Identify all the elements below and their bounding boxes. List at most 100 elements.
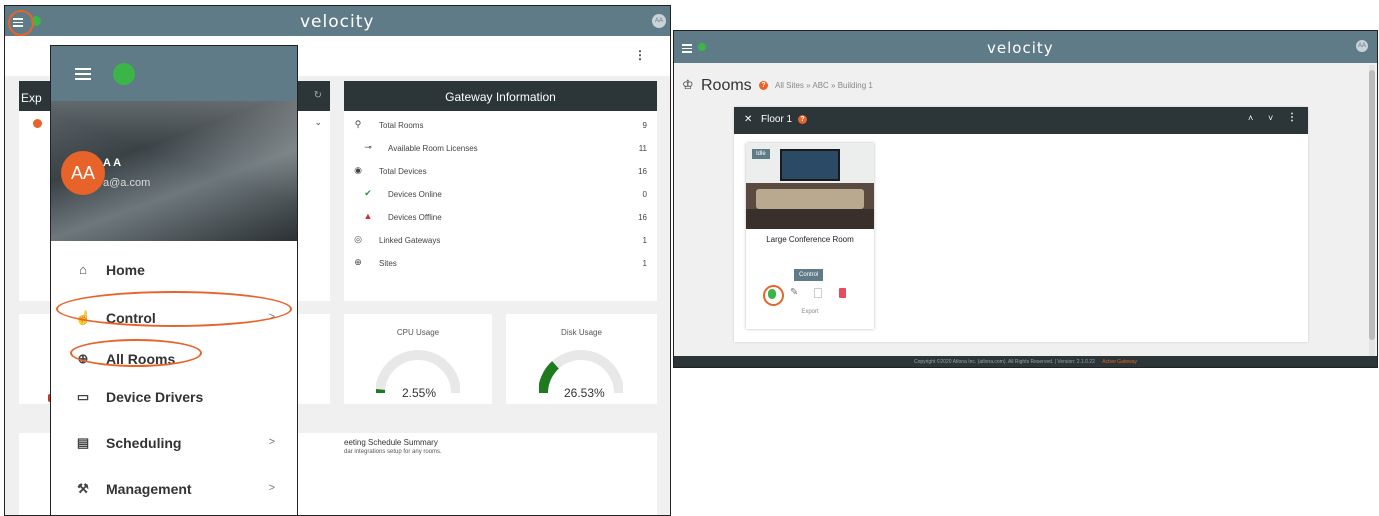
drawer-menu-icon[interactable] [75, 68, 91, 82]
delete-icon[interactable] [839, 288, 846, 298]
rooms-screenshot: velocity AA ♔ Rooms ? All Sites » ABC » … [673, 30, 1378, 368]
drawer-globe-icon [113, 63, 135, 85]
room-image: Idle [746, 143, 874, 229]
footer-text: Copyright ©2020 Atlona Inc. (atlona.com)… [913, 359, 1095, 365]
gateway-row: ⚲ Total Rooms 9 [344, 114, 657, 137]
floor-title: Floor 1 [761, 114, 793, 125]
cpu-usage-card: CPU Usage 2.55% [344, 314, 492, 404]
nav-item-label: Home [106, 262, 145, 278]
chevron-up-icon[interactable]: ˄ [1248, 113, 1253, 123]
gateway-row: ◎ Linked Gateways 1 [344, 229, 657, 252]
link-icon: ◎ [354, 234, 362, 244]
nav-item-management[interactable]: ⚒ Management > [51, 469, 297, 509]
chevron-right-icon: > [268, 436, 275, 448]
gateway-header: Gateway Information [344, 81, 657, 111]
gateway-row-value: 11 [638, 144, 647, 153]
disk-usage-value: 26.53% [564, 386, 605, 400]
dashboard-screenshot: velocity AA ⋮ Exp ↻ ⌄ Gateway Informatio… [4, 5, 671, 516]
disk-usage-title: Disk Usage [561, 328, 602, 337]
help-icon[interactable]: ? [759, 81, 768, 90]
disk-usage-card: Disk Usage 26.53% [506, 314, 657, 404]
footer: Copyright ©2020 Atlona Inc. (atlona.com)… [674, 356, 1377, 367]
room-table [756, 189, 864, 209]
gateway-row-label: Linked Gateways [379, 236, 441, 245]
control-button[interactable]: Control [794, 269, 824, 281]
gateway-row-label: Devices Online [388, 190, 442, 199]
scrollbar-thumb[interactable] [1369, 70, 1375, 340]
gateway-row-value: 0 [642, 190, 647, 199]
gateway-row-label: Total Devices [379, 167, 427, 176]
gateway-row: ▲ Devices Offline 16 [344, 206, 657, 229]
drawer-avatar[interactable]: AA [61, 151, 105, 195]
nav-list: ⌂ Home ☝ Control > ⊕ All Rooms ▭ Device Drivers ▤… [51, 246, 297, 515]
gateway-row-value: 1 [642, 236, 647, 245]
floor-header: ✕ Floor 1 ? ˄ ˅ ⋮ [734, 107, 1308, 134]
room-chairs [746, 209, 874, 229]
home-icon: ⌂ [79, 262, 87, 277]
scrollbar-track[interactable] [1369, 65, 1375, 365]
cpu-usage-value: 2.55% [402, 386, 437, 400]
gateway-row: ⊕ Sites 1 [344, 252, 657, 275]
highlight-menu-circle [8, 10, 34, 36]
chevron-down-icon[interactable]: ⌄ [314, 117, 322, 128]
pin-icon: ⚲ [354, 119, 362, 129]
gateway-row-value: 9 [642, 121, 647, 130]
edit-icon[interactable]: ✎ [790, 287, 798, 298]
copy-icon[interactable] [814, 288, 822, 298]
gateway-row-value: 16 [638, 167, 647, 176]
devices-icon: ◉ [354, 165, 362, 175]
rooms-icon: ♔ [682, 77, 694, 92]
highlight-all-rooms-ellipse [70, 339, 202, 367]
gateway-row: ◉ Total Devices 16 [344, 160, 657, 183]
nav-item-scheduling[interactable]: ▤ Scheduling > [51, 423, 297, 463]
app-logo: velocity [987, 39, 1054, 57]
warning-icon: ▲ [363, 211, 373, 221]
page-title: Rooms [701, 77, 752, 94]
top-bar: velocity AA [674, 31, 1377, 63]
room-status-badge: Idle [752, 149, 770, 159]
schedule-note: dar integrations setup for any rooms. [344, 449, 442, 455]
refresh-icon[interactable]: ↻ [314, 90, 322, 101]
highlight-status-circle [763, 285, 784, 306]
floor-help-icon[interactable]: ? [798, 115, 807, 124]
drawer-user-name: A A [103, 157, 122, 169]
gateway-row: ✔ Devices Online 0 [344, 183, 657, 206]
gateway-row-value: 1 [642, 259, 647, 268]
top-bar: velocity AA [5, 6, 670, 36]
user-avatar[interactable]: AA [1356, 40, 1368, 52]
more-vert-icon[interactable]: ⋮ [634, 48, 646, 62]
globe-icon: ⊕ [354, 257, 362, 267]
gateway-row: ⊸ Available Room Licenses 11 [344, 137, 657, 160]
calendar-icon: ▤ [76, 435, 90, 450]
gateway-row-label: Sites [379, 259, 397, 268]
nav-item-label: Management [106, 481, 192, 497]
menu-icon[interactable] [682, 44, 692, 55]
nav-item-device-drivers[interactable]: ▭ Device Drivers [51, 377, 297, 417]
room-name[interactable]: Large Conference Room [746, 235, 874, 244]
cpu-usage-title: CPU Usage [396, 328, 440, 337]
room-display [780, 149, 840, 181]
app-logo: velocity [300, 12, 375, 32]
close-icon[interactable]: ✕ [744, 114, 752, 125]
device-icon: ▭ [76, 389, 90, 404]
floor-panel: ✕ Floor 1 ? ˄ ˅ ⋮ Idle Large Conference … [734, 107, 1308, 342]
chevron-down-icon[interactable]: ˅ [1268, 113, 1273, 123]
nav-item-home[interactable]: ⌂ Home [51, 250, 297, 290]
site-status-icon [33, 119, 42, 128]
nav-drawer: AA A A a@a.com ⌂ Home ☝ Control > ⊕ All Rooms ▭… [50, 45, 298, 515]
export-link[interactable]: Export [746, 309, 874, 315]
footer-status: Active Gateway [1102, 359, 1138, 365]
nav-item-label: Scheduling [106, 435, 182, 451]
gateway-card: Gateway Information ⚲ Total Rooms 9 ⊸ Availa… [344, 81, 657, 301]
user-avatar[interactable]: AA [652, 14, 666, 28]
highlight-control-ellipse [56, 291, 292, 327]
gateway-row-value: 16 [638, 213, 647, 222]
breadcrumb[interactable]: All Sites » ABC » Building 1 [775, 81, 873, 90]
profile-banner: AA A A a@a.com [51, 101, 297, 241]
nav-item-label: Device Drivers [106, 389, 204, 405]
wrench-icon: ⚒ [77, 481, 89, 496]
explorer-title: Exp [21, 91, 42, 105]
key-icon: ⊸ [364, 142, 372, 152]
gateway-row-label: Total Rooms [379, 121, 424, 130]
more-vert-icon[interactable]: ⋮ [1287, 112, 1297, 123]
